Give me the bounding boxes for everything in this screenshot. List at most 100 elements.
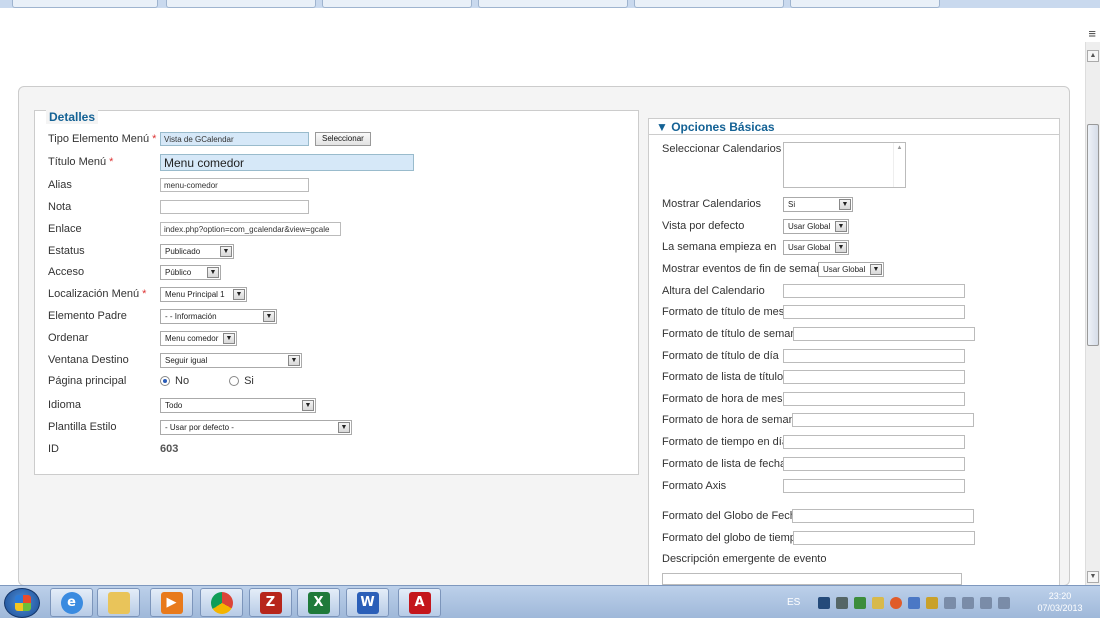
- calendarios-multiselect[interactable]: ▲: [783, 142, 906, 188]
- principal-si-radio[interactable]: [229, 376, 240, 386]
- altura-input[interactable]: [783, 284, 965, 298]
- mostrar-cal-select[interactable]: Si ▼: [783, 197, 853, 212]
- axis-input[interactable]: [783, 479, 965, 493]
- browser-tab[interactable]: [12, 0, 158, 8]
- finde-value: Usar Global: [823, 265, 866, 274]
- taskbar-acrobat[interactable]: A: [398, 588, 441, 617]
- browser-tab[interactable]: [790, 0, 940, 8]
- row-tiempo-dia: Formato de tiempo en día: [662, 434, 788, 450]
- hora-mes-input[interactable]: [783, 392, 965, 406]
- taskbar-word[interactable]: W: [346, 588, 389, 617]
- browser-tab[interactable]: [478, 0, 628, 8]
- arrow-down-icon[interactable]: ▼: [1087, 571, 1099, 583]
- acceso-select[interactable]: Público ▼: [160, 264, 221, 280]
- titulo-semana-input[interactable]: [793, 327, 975, 341]
- titulo-mes-label: Formato de título de mes: [662, 306, 785, 318]
- idioma-select[interactable]: Todo ▼: [160, 397, 316, 413]
- nota-input[interactable]: [160, 200, 309, 214]
- titulo-dia-input[interactable]: [783, 349, 965, 363]
- seleccionar-button[interactable]: Seleccionar: [315, 132, 371, 146]
- calendarios-scrollbar[interactable]: ▲: [893, 143, 905, 187]
- principal-no-radio[interactable]: [160, 376, 170, 386]
- chevron-down-icon: ▼: [338, 421, 350, 433]
- row-lista-titulo: Formato de lista de título: [662, 369, 783, 385]
- arrow-up-icon[interactable]: ▲: [1087, 50, 1099, 62]
- lista-titulo-input[interactable]: [783, 370, 965, 384]
- browser-tab[interactable]: [166, 0, 316, 8]
- start-button[interactable]: [4, 588, 40, 618]
- idioma-value: Todo: [165, 400, 183, 410]
- row-localizacion: Localización Menú * Menu Principal 1 ▼: [48, 285, 247, 303]
- row-ordenar: Ordenar Menu comedor ▼: [48, 329, 237, 347]
- scrollbar-thumb[interactable]: [1087, 124, 1099, 346]
- taskbar-ie[interactable]: e: [50, 588, 93, 617]
- taskbar-media[interactable]: ▶: [150, 588, 193, 617]
- padre-select[interactable]: - - Información ▼: [160, 308, 277, 324]
- row-titulo-mes: Formato de título de mes: [662, 304, 784, 320]
- battery-icon[interactable]: [962, 596, 975, 609]
- taskbar-excel[interactable]: X: [297, 588, 340, 617]
- tiempo-dia-input[interactable]: [783, 435, 965, 449]
- vista-label: Vista por defecto: [662, 220, 745, 232]
- ordenar-label: Ordenar: [48, 332, 89, 344]
- browser-menu-icon[interactable]: ≡: [1088, 26, 1096, 41]
- app-tray-icon[interactable]: [872, 596, 885, 609]
- app-tray-icon[interactable]: [926, 596, 939, 609]
- speaker-icon[interactable]: [998, 596, 1011, 609]
- taskbar: e ▶ Z X W A ES 23:20 07/03/2013: [0, 585, 1100, 618]
- tiempo-dia-label: Formato de tiempo en día: [662, 436, 788, 448]
- descripcion-label: Descripción emergente de evento: [662, 553, 827, 565]
- taskbar-chrome[interactable]: [200, 588, 243, 617]
- chrome-tray-icon[interactable]: [890, 596, 903, 609]
- descripcion-textarea[interactable]: [662, 573, 962, 585]
- browser-tab[interactable]: [322, 0, 472, 8]
- plantilla-select[interactable]: - Usar por defecto - ▼: [160, 419, 352, 435]
- tipo-field[interactable]: Vista de GCalendar: [160, 132, 309, 146]
- taskbar-filezilla[interactable]: Z: [249, 588, 292, 617]
- chrome-icon: [210, 591, 233, 614]
- flag-icon[interactable]: [944, 596, 957, 609]
- alias-input[interactable]: menu-comedor: [160, 178, 309, 192]
- page-scrollbar[interactable]: ▲ ▼: [1085, 42, 1100, 585]
- ordenar-select[interactable]: Menu comedor ▼: [160, 330, 237, 346]
- acceso-label: Acceso: [48, 266, 85, 278]
- lista-fecha-input[interactable]: [783, 457, 965, 471]
- titulo-dia-label: Formato de título de día: [662, 350, 779, 362]
- row-descripcion: Descripción emergente de evento: [662, 551, 826, 567]
- arrow-up-icon[interactable]: ▲: [894, 143, 905, 153]
- globo-fecha-input[interactable]: [792, 509, 974, 523]
- estatus-select[interactable]: Publicado ▼: [160, 243, 234, 259]
- details-legend: Detalles: [46, 110, 99, 124]
- volume-icon[interactable]: [836, 596, 849, 609]
- language-indicator[interactable]: ES: [787, 597, 800, 608]
- row-altura: Altura del Calendario: [662, 283, 765, 299]
- principal-label: Página principal: [48, 375, 127, 387]
- vista-select[interactable]: Usar Global ▼: [783, 219, 849, 234]
- enlace-input[interactable]: index.php?option=com_gcalendar&view=gcal…: [160, 222, 341, 236]
- clock[interactable]: 23:20 07/03/2013: [1030, 590, 1090, 614]
- options-title[interactable]: ▼ Opciones Básicas: [656, 120, 775, 134]
- semana-select[interactable]: Usar Global ▼: [783, 240, 849, 255]
- titulo-input[interactable]: Menu comedor: [160, 153, 414, 171]
- globo-tiempo-input[interactable]: [793, 531, 975, 545]
- taskbar-explorer[interactable]: [97, 588, 140, 617]
- browser-tab-strip: [0, 0, 1100, 8]
- row-mostrar-cal: Mostrar Calendarios: [662, 196, 761, 212]
- ventana-select[interactable]: Seguir igual ▼: [160, 352, 302, 368]
- plantilla-value: - Usar por defecto -: [165, 422, 234, 432]
- clock-time: 23:20: [1048, 591, 1072, 601]
- signal-icon[interactable]: [980, 596, 993, 609]
- hora-semana-input[interactable]: [792, 413, 974, 427]
- nota-label: Nota: [48, 201, 72, 213]
- app-tray-icon[interactable]: [908, 596, 921, 609]
- localizacion-select[interactable]: Menu Principal 1 ▼: [160, 286, 247, 302]
- titulo-mes-input[interactable]: [783, 305, 965, 319]
- browser-tab[interactable]: [634, 0, 784, 8]
- row-nota: Nota: [48, 198, 309, 216]
- row-padre: Elemento Padre - - Información ▼: [48, 307, 277, 325]
- network-icon[interactable]: [818, 596, 831, 609]
- update-icon[interactable]: [854, 596, 867, 609]
- vista-value: Usar Global: [788, 222, 831, 231]
- row-enlace: Enlace index.php?option=com_gcalendar&vi…: [48, 220, 341, 238]
- finde-select[interactable]: Usar Global ▼: [818, 262, 884, 277]
